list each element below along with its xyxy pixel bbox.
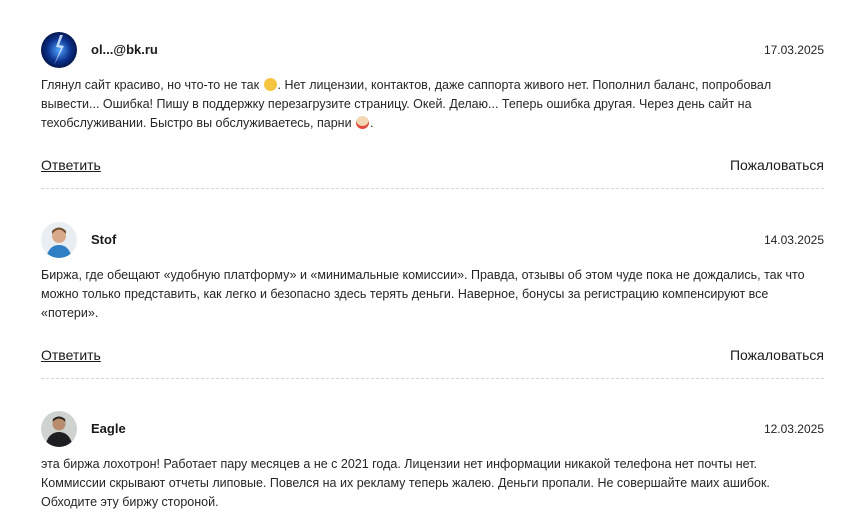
- comment-author[interactable]: ol...@bk.ru: [91, 42, 158, 57]
- reply-link[interactable]: Ответить: [41, 157, 101, 173]
- report-link[interactable]: Пожаловаться: [730, 157, 824, 173]
- comment-text-part: .: [370, 116, 374, 130]
- comment-text: Биржа, где обещают «удобную платформу» и…: [41, 268, 805, 320]
- comment-text: Глянул сайт красиво, но что-то не так . …: [41, 76, 824, 133]
- clown-face-emoji: [356, 116, 370, 129]
- comment-header: Stof 14.03.2025: [41, 222, 824, 260]
- comment-item: Eagle 12.03.2025 эта биржа лохотрон! Раб…: [41, 411, 824, 512]
- thinking-face-emoji: [263, 78, 277, 91]
- comment-actions: Ответить Пожаловаться: [41, 157, 824, 177]
- lightning-avatar: [41, 32, 77, 68]
- comment-header: Eagle 12.03.2025: [41, 411, 824, 449]
- comment-date: 12.03.2025: [763, 422, 824, 436]
- report-link[interactable]: Пожаловаться: [730, 347, 824, 363]
- comment-actions: Ответить Пожаловаться: [41, 347, 824, 367]
- comment-text-part: Глянул сайт красиво, но что-то не так: [41, 78, 263, 92]
- person-photo-avatar: [41, 222, 77, 258]
- reply-link[interactable]: Ответить: [41, 347, 101, 363]
- comment-item: ol...@bk.ru 17.03.2025 Глянул сайт краси…: [41, 32, 824, 133]
- comment-divider: [41, 378, 824, 379]
- comment-text: эта биржа лохотрон! Работает пару месяце…: [41, 457, 770, 509]
- comments-list: ol...@bk.ru 17.03.2025 Глянул сайт краси…: [0, 0, 853, 523]
- person-dark-photo-avatar: [41, 411, 77, 447]
- comment-author[interactable]: Stof: [91, 232, 116, 247]
- comment-divider: [41, 188, 824, 189]
- comment-date: 14.03.2025: [763, 233, 824, 247]
- comment-item: Stof 14.03.2025 Биржа, где обещают «удоб…: [41, 222, 824, 323]
- comment-author[interactable]: Eagle: [91, 421, 126, 436]
- comment-header: ol...@bk.ru 17.03.2025: [41, 32, 824, 70]
- comment-date: 17.03.2025: [763, 43, 824, 57]
